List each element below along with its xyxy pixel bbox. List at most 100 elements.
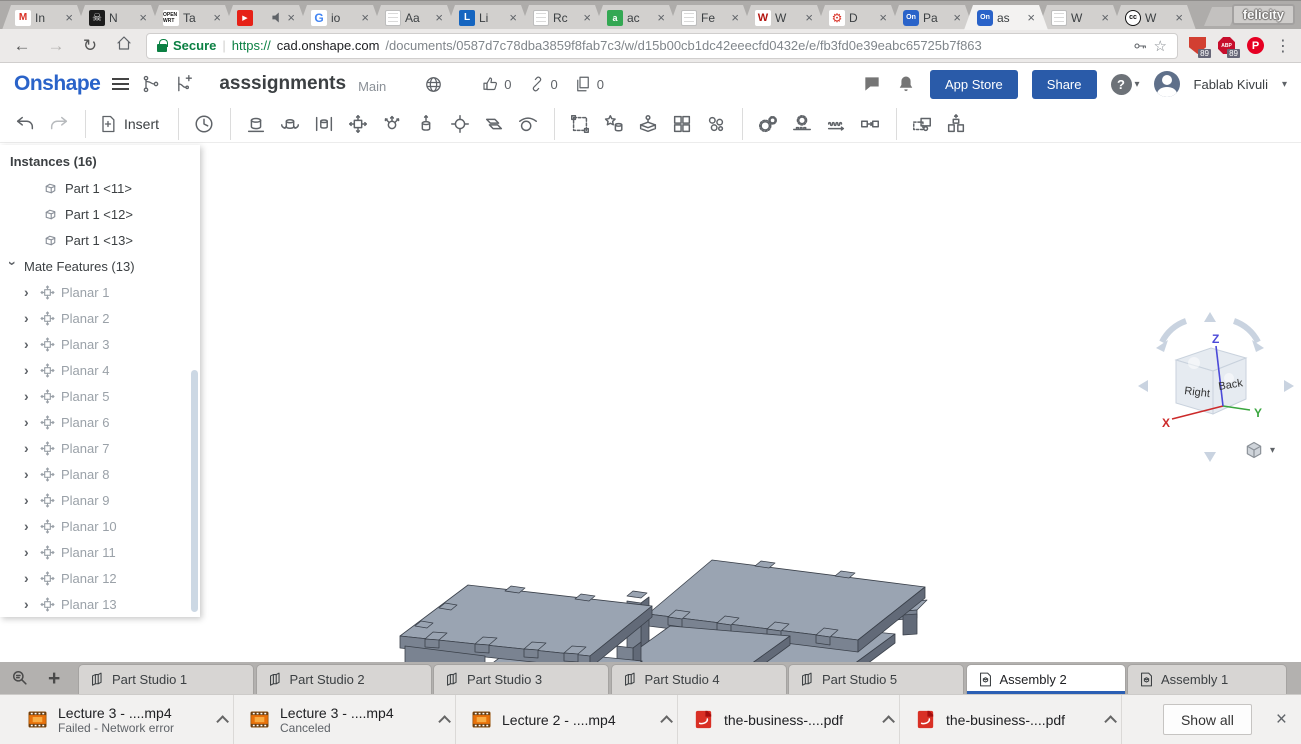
extension-icon[interactable]: ABP 89: [1217, 36, 1240, 58]
document-tab[interactable]: Assembly 2: [965, 664, 1126, 694]
links-count[interactable]: 0: [528, 75, 558, 93]
download-menu-chevron-icon[interactable]: [438, 715, 451, 728]
download-item[interactable]: Lecture 2 - ....mp4: [456, 695, 678, 744]
download-menu-chevron-icon[interactable]: [882, 715, 895, 728]
extension-icon[interactable]: 89: [1188, 36, 1211, 58]
browser-tab[interactable]: Pa ×: [890, 5, 974, 30]
workspace-name[interactable]: Main: [358, 79, 386, 94]
chevron-right-icon[interactable]: ›: [24, 362, 34, 378]
bookmark-star-icon[interactable]: ☆: [1154, 37, 1167, 55]
browser-tab[interactable]: Rc ×: [520, 5, 604, 30]
extension-icon[interactable]: P: [1246, 36, 1265, 55]
browser-menu-icon[interactable]: ⋮: [1275, 36, 1291, 56]
mate-row[interactable]: › Planar 2: [0, 305, 200, 331]
mate-row[interactable]: › Planar 3: [0, 331, 200, 357]
mate-row[interactable]: › Planar 8: [0, 461, 200, 487]
browser-tab[interactable]: W ×: [1038, 5, 1122, 30]
browser-tab[interactable]: N ×: [76, 5, 160, 30]
chevron-right-icon[interactable]: ›: [24, 518, 34, 534]
gear-relation-icon[interactable]: [742, 107, 784, 140]
reload-button[interactable]: ↻: [78, 36, 102, 56]
document-tab[interactable]: Part Studio 2: [255, 664, 432, 694]
mate-row[interactable]: › Planar 10: [0, 513, 200, 539]
download-menu-chevron-icon[interactable]: [216, 715, 229, 728]
mate-features-header[interactable]: › Mate Features (13): [0, 253, 200, 279]
notifications-bell-icon[interactable]: [896, 74, 916, 94]
back-button[interactable]: ←: [10, 36, 34, 56]
show-all-downloads-button[interactable]: Show all: [1162, 704, 1252, 735]
versions-tree-icon[interactable]: [141, 74, 161, 94]
browser-tab[interactable]: W ×: [742, 5, 826, 30]
revolute-mate-icon[interactable]: [274, 108, 306, 140]
mate-row[interactable]: › Planar 13: [0, 591, 200, 617]
onshape-logo[interactable]: Onshape: [14, 72, 101, 96]
mate-row[interactable]: › Planar 6: [0, 409, 200, 435]
insert-part-icon[interactable]: [632, 108, 664, 140]
tab-close-icon[interactable]: ×: [1175, 11, 1183, 24]
named-positions-icon[interactable]: [896, 107, 938, 140]
chevron-right-icon[interactable]: ›: [24, 544, 34, 560]
browser-tab[interactable]: W ×: [1112, 5, 1196, 30]
likes-count[interactable]: 0: [481, 75, 512, 93]
search-tabs-icon[interactable]: [10, 668, 30, 688]
browser-tab[interactable]: as ×: [964, 5, 1048, 30]
chevron-right-icon[interactable]: ›: [24, 570, 34, 586]
download-item[interactable]: Lecture 3 - ....mp4 Canceled: [234, 695, 456, 744]
tab-close-icon[interactable]: ×: [805, 11, 813, 24]
browser-tab[interactable]: Li ×: [446, 5, 530, 30]
document-tab[interactable]: Assembly 1: [1127, 664, 1287, 694]
chevron-right-icon[interactable]: ›: [24, 310, 34, 326]
browser-tab[interactable]: Ta ×: [150, 5, 234, 30]
download-item[interactable]: the-business-....pdf: [678, 695, 900, 744]
globe-icon[interactable]: [424, 75, 443, 94]
browser-tab[interactable]: io ×: [298, 5, 382, 30]
panel-scrollbar[interactable]: [191, 370, 198, 612]
tab-close-icon[interactable]: ×: [657, 11, 665, 24]
select-region-icon[interactable]: [554, 107, 596, 140]
tab-close-icon[interactable]: ×: [139, 11, 147, 24]
versions-icon[interactable]: [178, 107, 220, 140]
tab-close-icon[interactable]: ×: [361, 11, 369, 24]
browser-tab[interactable]: ac ×: [594, 5, 678, 30]
avatar[interactable]: [1153, 71, 1180, 97]
address-bar[interactable]: Secure | https:// cad.onshape.com /docum…: [146, 32, 1178, 59]
tab-close-icon[interactable]: ×: [213, 11, 221, 24]
mate-row[interactable]: › Planar 5: [0, 383, 200, 409]
branch-workspace-icon[interactable]: [173, 74, 193, 94]
pin-slot-mate-icon[interactable]: [444, 108, 476, 140]
help-button[interactable]: ? ▾: [1110, 73, 1140, 95]
mate-row[interactable]: › Planar 11: [0, 539, 200, 565]
chevron-right-icon[interactable]: ›: [24, 492, 34, 508]
tab-close-icon[interactable]: ×: [1101, 11, 1109, 24]
download-menu-chevron-icon[interactable]: [660, 715, 673, 728]
tab-close-icon[interactable]: ×: [879, 11, 887, 24]
mate-row[interactable]: › Planar 12: [0, 565, 200, 591]
instance-row[interactable]: Part 1 <11>: [0, 175, 200, 201]
mate-row[interactable]: › Planar 1: [0, 279, 200, 305]
password-key-icon[interactable]: [1132, 38, 1148, 54]
chevron-right-icon[interactable]: ›: [24, 336, 34, 352]
tab-close-icon[interactable]: ×: [65, 11, 73, 24]
slider-mate-icon[interactable]: [308, 108, 340, 140]
mate-row[interactable]: › Planar 4: [0, 357, 200, 383]
browser-tab[interactable]: Aa ×: [372, 5, 456, 30]
tab-close-icon[interactable]: ×: [435, 11, 443, 24]
chevron-right-icon[interactable]: ›: [24, 596, 34, 612]
chevron-right-icon[interactable]: ›: [24, 440, 34, 456]
instance-row[interactable]: Part 1 <12>: [0, 201, 200, 227]
browser-tab[interactable]: In ×: [2, 5, 86, 30]
download-item[interactable]: the-business-....pdf: [900, 695, 1122, 744]
linear-relation-icon[interactable]: [854, 108, 886, 140]
mate-row[interactable]: › Planar 9: [0, 487, 200, 513]
browser-tab[interactable]: ×: [224, 5, 308, 30]
chevron-down-icon[interactable]: ›: [5, 261, 21, 271]
main-menu-icon[interactable]: [112, 75, 130, 93]
chevron-right-icon[interactable]: ›: [24, 414, 34, 430]
app-store-button[interactable]: App Store: [929, 69, 1018, 99]
tab-close-icon[interactable]: ×: [1027, 11, 1035, 24]
redo-icon[interactable]: [43, 108, 75, 140]
tab-close-icon[interactable]: ×: [509, 11, 517, 24]
screw-relation-icon[interactable]: [820, 108, 852, 140]
fastened-mate-icon[interactable]: [230, 107, 272, 140]
replicate-icon[interactable]: [700, 108, 732, 140]
